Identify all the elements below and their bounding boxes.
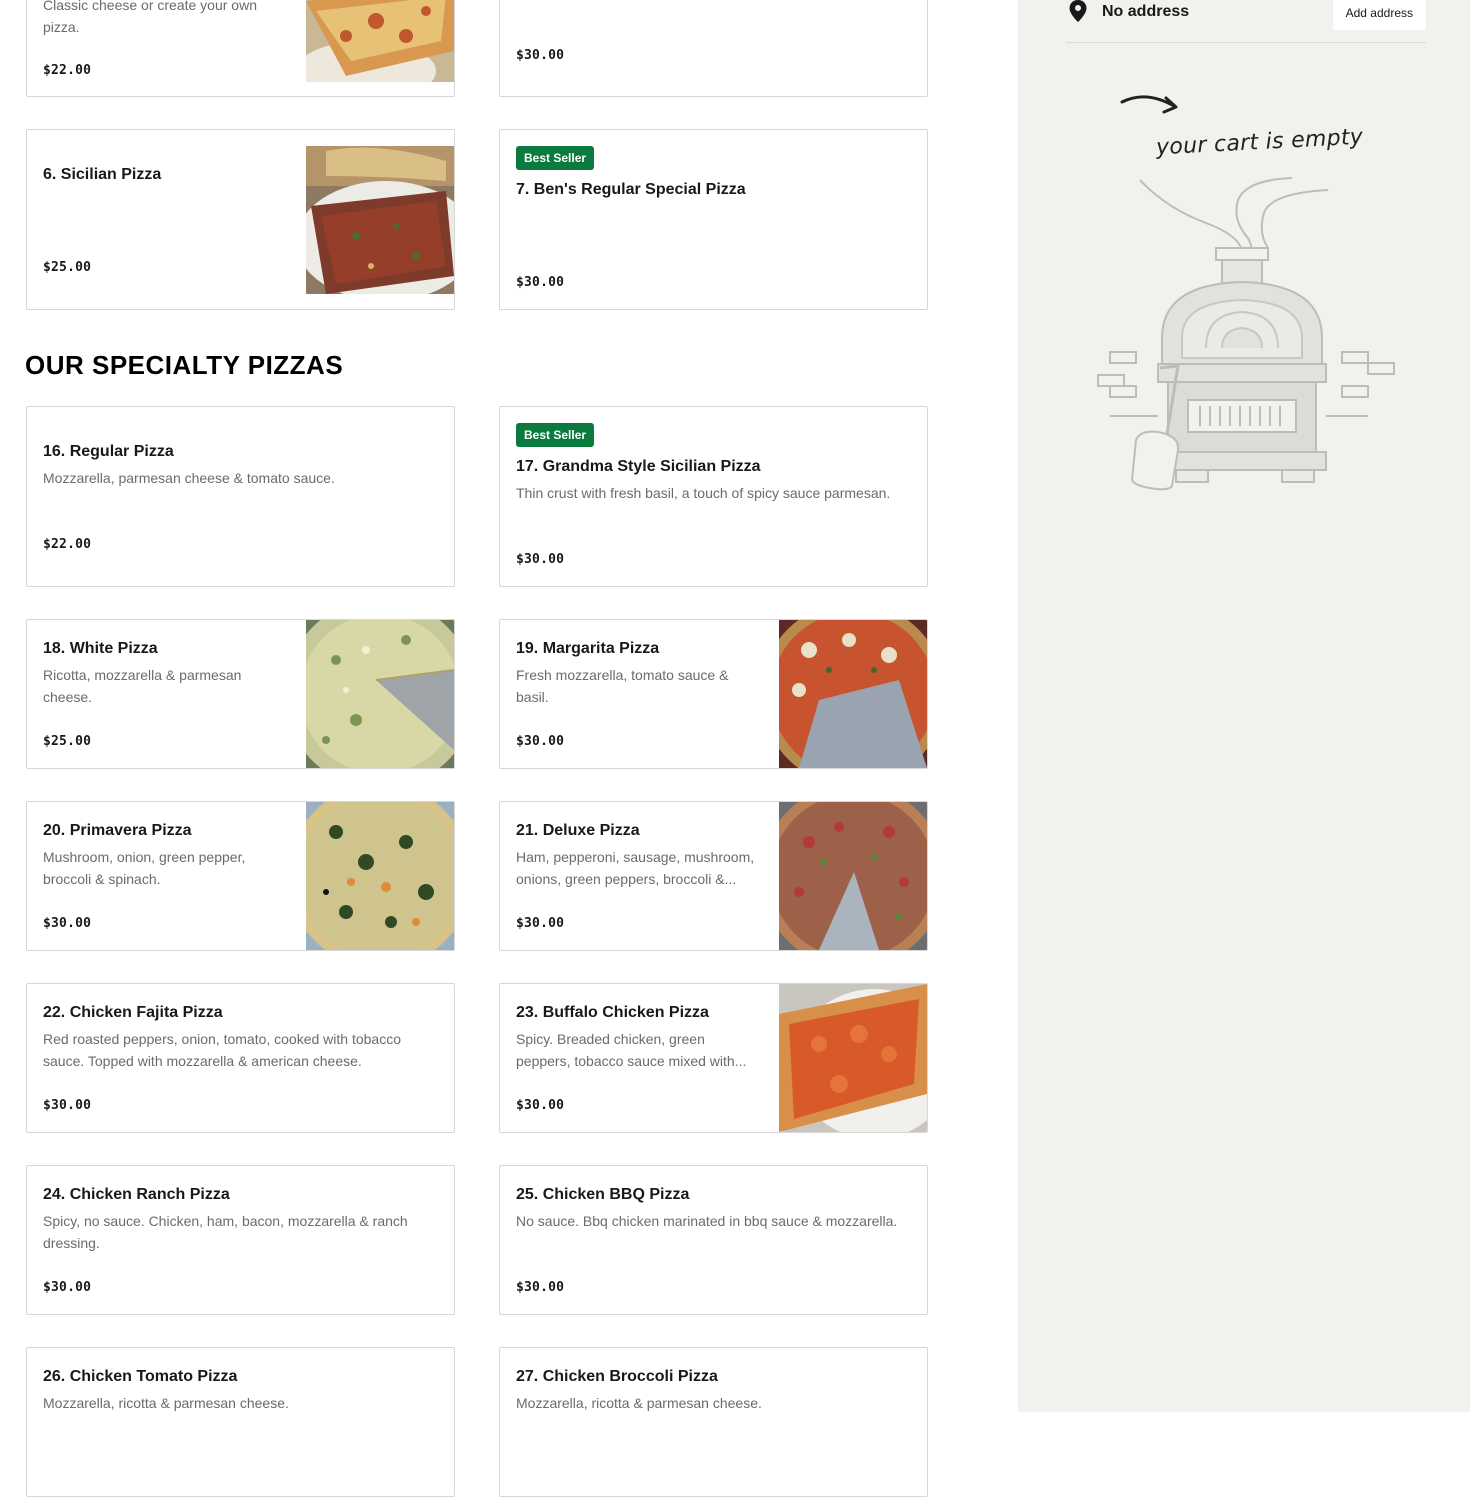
item-price: $30.00: [516, 275, 565, 290]
item-name: 24. Chicken Ranch Pizza: [43, 1186, 230, 1203]
item-description: No sauce. Bbq chicken marinated in bbq s…: [516, 1213, 898, 1229]
item-description: Classic cheese or create your own pizza.: [43, 0, 257, 35]
menu-item-card[interactable]: Classic cheese or create your own pizza.…: [26, 0, 455, 97]
menu-item-card[interactable]: $30.00: [499, 0, 928, 97]
item-name: 26. Chicken Tomato Pizza: [43, 1368, 238, 1385]
item-price: $30.00: [516, 734, 565, 749]
pizza-photo: [306, 620, 454, 768]
item-price: $22.00: [43, 537, 92, 552]
item-price: $25.00: [43, 734, 92, 749]
item-description: Mushroom, onion, green pepper, broccoli …: [43, 849, 246, 887]
item-price: $30.00: [516, 552, 565, 567]
item-name: 18. White Pizza: [43, 640, 158, 657]
item-price: $22.00: [43, 63, 92, 78]
pizza-photo: [306, 146, 454, 294]
menu-item-card[interactable]: Best Seller 17. Grandma Style Sicilian P…: [499, 406, 928, 587]
item-price: $30.00: [516, 48, 565, 63]
menu-item-card[interactable]: 27. Chicken Broccoli Pizza Mozzarella, r…: [499, 1347, 928, 1497]
pizza-photo: [779, 620, 927, 768]
address-text: No address: [1102, 3, 1190, 20]
best-seller-badge: Best Seller: [516, 423, 595, 447]
item-name: 6. Sicilian Pizza: [43, 166, 162, 183]
menu-item-card[interactable]: 20. Primavera Pizza Mushroom, onion, gre…: [26, 801, 455, 951]
item-price: $30.00: [43, 1280, 92, 1295]
best-seller-badge: Best Seller: [516, 146, 595, 170]
item-name: 21. Deluxe Pizza: [516, 822, 640, 839]
location-pin-icon: [1069, 0, 1087, 27]
menu-item-card[interactable]: 24. Chicken Ranch Pizza Spicy, no sauce.…: [26, 1165, 455, 1315]
item-description: Ricotta, mozzarella & parmesan cheese.: [43, 667, 242, 705]
item-name: 20. Primavera Pizza: [43, 822, 192, 839]
item-price: $30.00: [43, 916, 92, 931]
item-name: 27. Chicken Broccoli Pizza: [516, 1368, 718, 1385]
menu-item-card[interactable]: 6. Sicilian Pizza $25.00: [26, 129, 455, 310]
address-row: No address Add address: [1066, 0, 1426, 43]
item-description: Mozzarella, ricotta & parmesan cheese.: [43, 1395, 289, 1411]
item-price: $30.00: [516, 1098, 565, 1113]
item-description: Thin crust with fresh basil, a touch of …: [516, 485, 891, 501]
pizza-photo: [306, 0, 454, 82]
item-name: 7. Ben's Regular Special Pizza: [516, 181, 746, 198]
cart-sidebar: No address Add address your cart is empt…: [1018, 0, 1470, 1412]
menu-item-card[interactable]: 18. White Pizza Ricotta, mozzarella & pa…: [26, 619, 455, 769]
section-title: OUR SPECIALTY PIZZAS: [25, 350, 344, 380]
item-name: 17. Grandma Style Sicilian Pizza: [516, 458, 761, 475]
pizza-photo: [779, 984, 927, 1132]
item-price: $30.00: [43, 1098, 92, 1113]
menu-column: Classic cheese or create your own pizza.…: [0, 0, 1018, 1497]
item-description: Mozzarella, ricotta & parmesan cheese.: [516, 1395, 762, 1411]
item-description: Red roasted peppers, onion, tomato, cook…: [43, 1031, 401, 1069]
item-name: 23. Buffalo Chicken Pizza: [516, 1004, 709, 1021]
menu-item-card[interactable]: 25. Chicken BBQ Pizza No sauce. Bbq chic…: [499, 1165, 928, 1315]
item-description: Fresh mozzarella, tomato sauce & basil.: [516, 667, 729, 705]
item-price: $30.00: [516, 916, 565, 931]
menu-item-card[interactable]: 26. Chicken Tomato Pizza Mozzarella, ric…: [26, 1347, 455, 1497]
item-description: Spicy, no sauce. Chicken, ham, bacon, mo…: [43, 1213, 408, 1251]
menu-item-card[interactable]: Best Seller 7. Ben's Regular Special Piz…: [499, 129, 928, 310]
menu-item-card[interactable]: 22. Chicken Fajita Pizza Red roasted pep…: [26, 983, 455, 1133]
item-description: Ham, pepperoni, sausage, mushroom, onion…: [516, 849, 755, 887]
menu-item-card[interactable]: 23. Buffalo Chicken Pizza Spicy. Breaded…: [499, 983, 928, 1133]
item-price: $30.00: [516, 1280, 565, 1295]
menu-item-card[interactable]: 16. Regular Pizza Mozzarella, parmesan c…: [26, 406, 455, 587]
add-address-button[interactable]: Add address: [1332, 0, 1426, 30]
item-name: 19. Margarita Pizza: [516, 640, 660, 657]
item-description: Mozzarella, parmesan cheese & tomato sau…: [43, 470, 335, 486]
item-name: 25. Chicken BBQ Pizza: [516, 1186, 690, 1203]
item-description: Spicy. Breaded chicken, green peppers, t…: [516, 1031, 747, 1069]
menu-item-card[interactable]: 21. Deluxe Pizza Ham, pepperoni, sausage…: [499, 801, 928, 951]
item-name: 16. Regular Pizza: [43, 443, 174, 460]
item-price: $25.00: [43, 260, 92, 275]
item-name: 22. Chicken Fajita Pizza: [43, 1004, 223, 1021]
pizza-photo: [306, 802, 454, 950]
pizza-photo: [779, 802, 927, 950]
menu-item-card[interactable]: 19. Margarita Pizza Fresh mozzarella, to…: [499, 619, 928, 769]
